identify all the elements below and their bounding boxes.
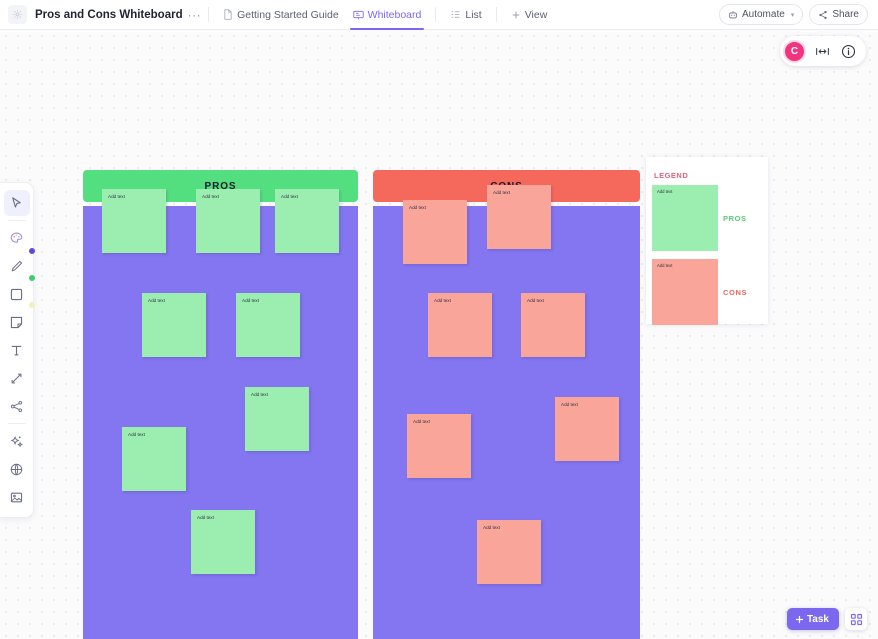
legend-label-pros: PROS [723,214,747,223]
doc-icon [223,9,233,20]
divider [495,7,497,22]
color-dot-purple[interactable] [29,248,35,254]
sticky-note-tool[interactable] [4,309,30,335]
sticky-note[interactable]: Add text [142,293,206,357]
legend-title: LEGEND [654,171,689,180]
add-task-label: Task [806,613,829,625]
page-title: Pros and Cons Whiteboard [35,8,183,21]
select-tool[interactable] [3,190,30,216]
divider [7,423,26,424]
whiteboard-canvas[interactable]: PROS CONS Add text Add text Add text Add… [0,30,878,639]
sticky-note[interactable]: Add text [122,427,186,491]
sparkle-tool[interactable] [4,428,30,454]
clickup-logo-icon[interactable] [8,5,27,24]
left-toolbar [0,182,34,518]
sticky-note[interactable]: Add text [477,520,541,584]
legend-sticky-pros[interactable]: Add text [652,185,718,251]
text-tool[interactable] [4,337,30,363]
bottom-right-actions: Task [786,608,867,630]
title-more-button[interactable]: ··· [188,9,202,21]
breadcrumb-label: Getting Started Guide [237,8,339,21]
chevron-down-icon[interactable]: ▾ [791,11,795,19]
top-bar: Pros and Cons Whiteboard ··· Getting Sta… [0,0,878,30]
whiteboard-app: Pros and Cons Whiteboard ··· Getting Sta… [0,0,878,639]
color-dot-yellow[interactable] [29,302,35,308]
divider [7,220,26,221]
share-label: Share [832,9,859,20]
sticky-note[interactable]: Add text [245,387,309,451]
sticky-note[interactable]: Add text [236,293,300,357]
sticky-note[interactable]: Add text [407,414,471,478]
list-icon [450,9,461,20]
sticky-note[interactable]: Add text [521,293,585,357]
tab-whiteboard-label: Whiteboard [367,8,422,21]
top-bar-actions: Automate ▾ Share [718,4,870,25]
automate-label: Automate [741,9,785,20]
sticky-note[interactable]: Add text [191,510,255,574]
column-body-pros[interactable] [83,206,358,639]
user-cluster: C [780,36,866,66]
share-button[interactable]: Share [809,4,868,25]
plus-icon [795,615,804,624]
shape-tool[interactable] [4,281,30,307]
tab-whiteboard[interactable]: Whiteboard [346,0,429,30]
legend-label-cons: CONS [723,288,748,297]
divider [208,7,210,22]
sticky-note[interactable]: Add text [555,397,619,461]
palette-tool[interactable] [4,225,30,251]
add-view-label: View [524,8,548,21]
sticky-note[interactable]: Add text [196,189,260,253]
pen-tool[interactable] [4,253,30,279]
color-dots [29,248,35,329]
globe-tool[interactable] [4,456,30,482]
fit-to-screen-icon[interactable] [813,42,832,61]
apps-grid-icon[interactable] [845,608,867,630]
sticky-note[interactable]: Add text [275,189,339,253]
connector-tool[interactable] [4,365,30,391]
add-task-button[interactable]: Task [786,608,839,630]
breadcrumb[interactable]: Getting Started Guide [216,0,346,30]
mindmap-tool[interactable] [4,393,30,419]
legend-panel[interactable]: LEGEND Add text PROS Add text CONS [646,157,768,325]
plus-icon [511,10,521,20]
add-view-button[interactable]: View [504,0,555,30]
image-tool[interactable] [4,484,30,510]
avatar[interactable]: C [783,39,806,63]
info-icon[interactable] [839,42,858,61]
automate-button[interactable]: Automate ▾ [718,4,804,25]
divider [435,7,437,22]
robot-icon [728,10,738,20]
color-dot-green[interactable] [29,275,35,281]
whiteboard-icon [353,9,364,20]
sticky-note[interactable]: Add text [102,189,166,253]
tab-list-label: List [465,8,482,21]
sticky-note[interactable]: Add text [403,200,467,264]
share-icon [818,10,828,20]
tab-list[interactable]: List [443,0,488,30]
sticky-note[interactable]: Add text [487,185,551,249]
sticky-note[interactable]: Add text [428,293,492,357]
legend-sticky-cons[interactable]: Add text [652,259,718,325]
